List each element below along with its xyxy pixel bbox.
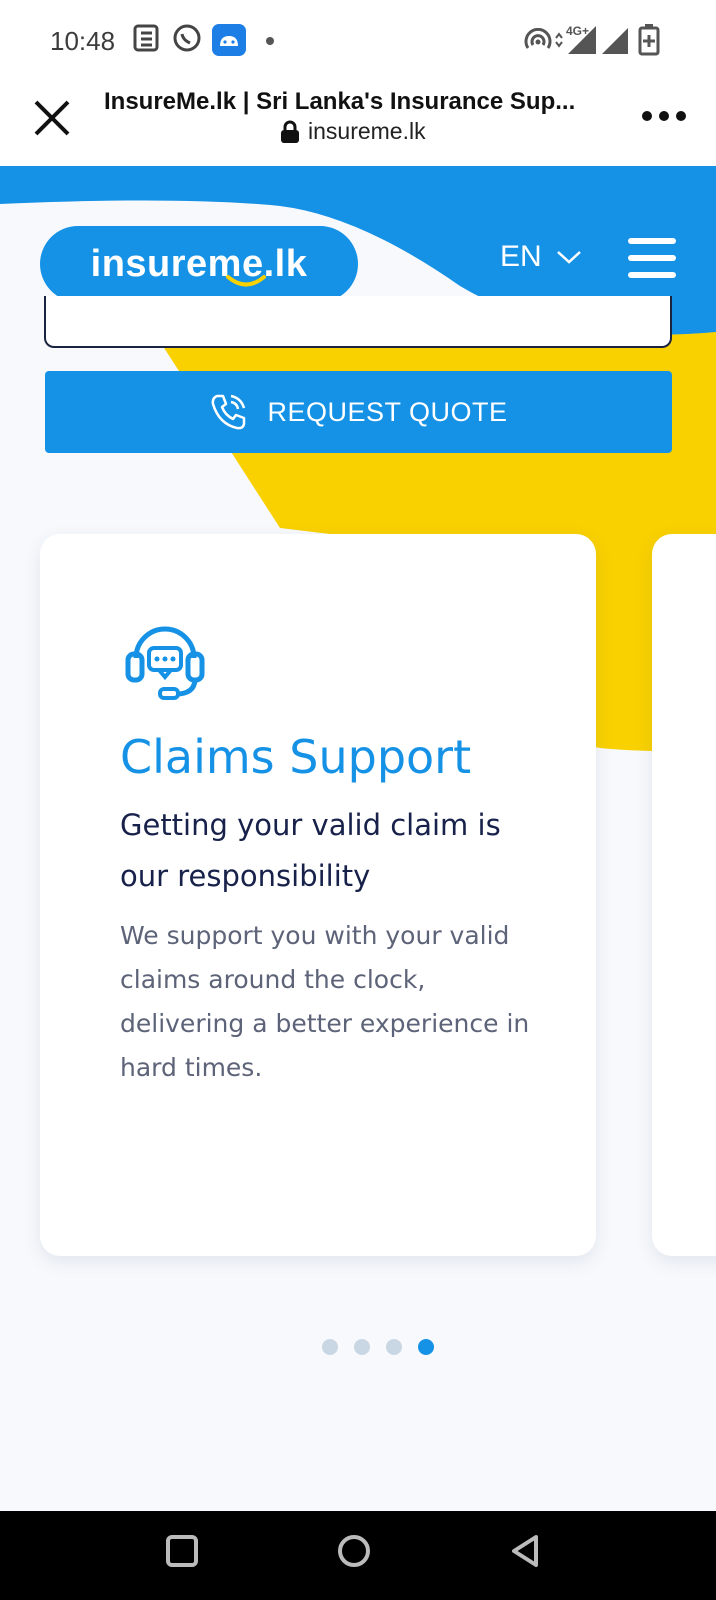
menu-line [628, 255, 676, 261]
language-selector[interactable]: EN [500, 240, 582, 274]
carousel-dot[interactable] [386, 1339, 402, 1355]
page-title: InsureMe.lk | Sri Lanka's Insurance Sup.… [104, 88, 576, 115]
network-label: 4G+ [566, 24, 590, 38]
logo[interactable]: insureme.lk [40, 226, 358, 302]
system-nav-bar [0, 1511, 716, 1600]
back-icon[interactable] [508, 1533, 544, 1569]
signal-icon [602, 28, 628, 54]
status-bar: 10:48 4G+ [0, 0, 716, 82]
carousel-dot-active[interactable] [418, 1339, 434, 1355]
url-text: insureme.lk [308, 118, 426, 144]
more-options-button[interactable] [642, 104, 692, 128]
next-card[interactable] [652, 534, 716, 1256]
browser-toolbar: InsureMe.lk | Sri Lanka's Insurance Sup.… [0, 82, 716, 166]
smile-icon [226, 275, 266, 287]
carousel-dot[interactable] [354, 1339, 370, 1355]
feature-card: Claims Support Getting your valid claim … [40, 534, 596, 1256]
carousel-dot[interactable] [322, 1339, 338, 1355]
carousel-pagination [322, 1339, 434, 1355]
url-row[interactable]: insureme.lk [280, 118, 426, 145]
request-quote-label: REQUEST QUOTE [267, 396, 508, 427]
card-title: Claims Support [120, 730, 472, 784]
more-dot-icon [659, 111, 669, 121]
hotspot-icon [524, 28, 552, 49]
phone-icon [212, 394, 246, 430]
logo-text: insureme.lk [90, 242, 308, 285]
chevron-down-icon [556, 251, 581, 264]
language-label: EN [500, 240, 542, 273]
notification-dot [266, 37, 274, 45]
hamburger-menu-icon[interactable] [628, 238, 676, 278]
recent-apps-icon[interactable] [164, 1533, 200, 1569]
android-icon [212, 24, 246, 56]
news-icon [133, 24, 159, 52]
more-dot-icon [642, 111, 652, 121]
home-icon[interactable] [336, 1533, 372, 1569]
lock-icon [281, 120, 299, 143]
menu-line [628, 238, 676, 244]
page-content: insureme.lk EN REQUEST QUOTE Claims Supp… [0, 166, 716, 1511]
form-field[interactable] [44, 296, 672, 348]
close-icon[interactable] [30, 96, 74, 140]
request-quote-button[interactable]: REQUEST QUOTE [45, 371, 672, 453]
more-dot-icon [676, 111, 686, 121]
card-description: We support you with your valid claims ar… [120, 921, 530, 1082]
menu-line [628, 272, 676, 278]
headset-support-icon [125, 626, 205, 700]
battery-icon [638, 24, 660, 56]
card-subtitle: Getting your valid claim is our responsi… [120, 808, 501, 893]
status-time: 10:48 [50, 26, 116, 56]
whatsapp-icon [173, 24, 201, 52]
